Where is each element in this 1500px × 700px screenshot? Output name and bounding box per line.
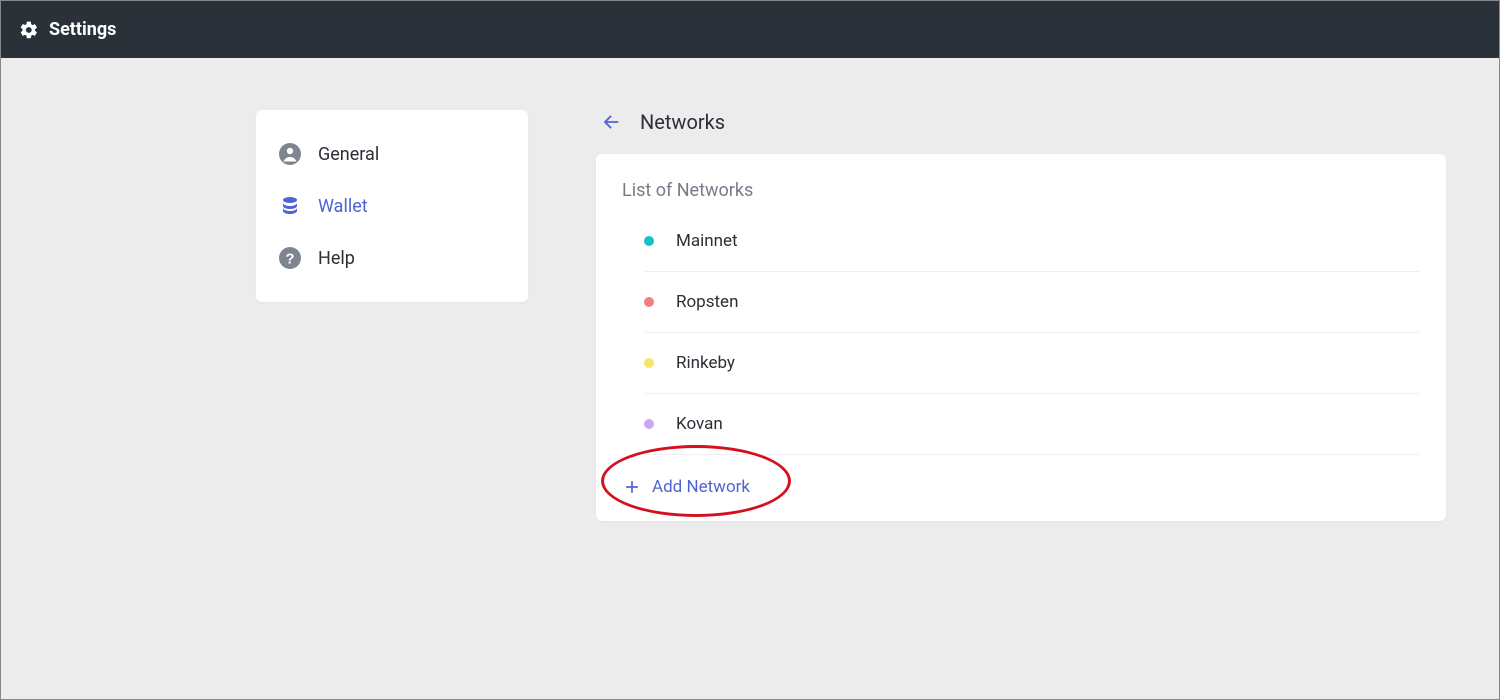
svg-text:?: ? [285, 251, 294, 268]
plus-icon [622, 477, 642, 497]
sidebar-item-label: General [318, 144, 379, 165]
main-panel: Networks List of Networks Mainnet Ropste… [596, 110, 1446, 521]
help-icon: ? [278, 246, 302, 270]
add-network-button[interactable]: Add Network [622, 477, 750, 497]
networks-card: List of Networks Mainnet Ropsten Rinkeby [596, 154, 1446, 521]
network-dot [644, 297, 654, 307]
gear-icon [19, 20, 39, 40]
settings-sidebar: General Wallet ? Help [256, 110, 528, 302]
page-title: Settings [49, 19, 116, 40]
content: General Wallet ? Help Networks [1, 58, 1499, 521]
sidebar-item-label: Help [318, 248, 355, 269]
sidebar-item-label: Wallet [318, 196, 368, 217]
stack-icon [278, 194, 302, 218]
network-name: Ropsten [676, 292, 738, 312]
list-of-networks-title: List of Networks [622, 180, 1420, 201]
network-name: Kovan [676, 414, 723, 434]
network-dot [644, 358, 654, 368]
add-network-label: Add Network [652, 477, 750, 497]
network-name: Rinkeby [676, 353, 735, 373]
sidebar-item-help[interactable]: ? Help [256, 232, 528, 284]
sidebar-item-wallet[interactable]: Wallet [256, 180, 528, 232]
main-header: Networks [596, 110, 1446, 134]
main-title: Networks [640, 110, 725, 134]
network-dot [644, 236, 654, 246]
network-name: Mainnet [676, 231, 738, 251]
network-list: Mainnet Ropsten Rinkeby Kovan [644, 211, 1420, 455]
back-arrow-icon[interactable] [600, 111, 622, 133]
sidebar-item-general[interactable]: General [256, 128, 528, 180]
network-item-mainnet[interactable]: Mainnet [644, 211, 1420, 272]
network-dot [644, 419, 654, 429]
network-item-kovan[interactable]: Kovan [644, 394, 1420, 455]
person-icon [278, 142, 302, 166]
topbar: Settings [1, 1, 1499, 58]
network-item-ropsten[interactable]: Ropsten [644, 272, 1420, 333]
network-item-rinkeby[interactable]: Rinkeby [644, 333, 1420, 394]
